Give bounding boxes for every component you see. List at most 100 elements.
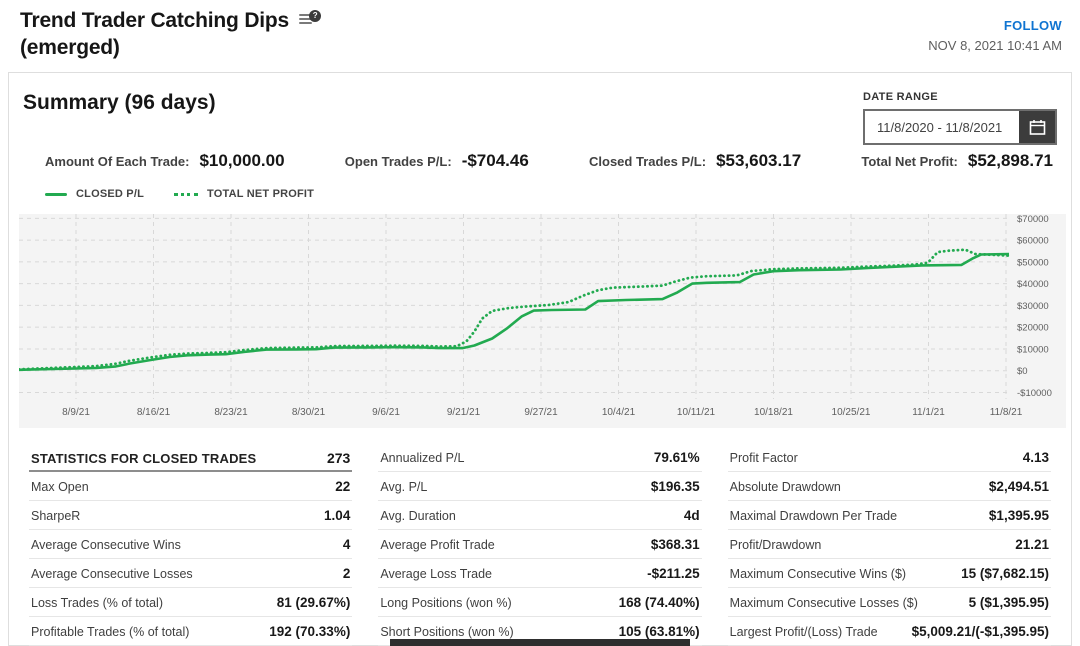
date-range-label: DATE RANGE — [863, 91, 1057, 103]
stat-label: Profit Factor — [730, 451, 798, 465]
stat-value: 4.13 — [1023, 450, 1049, 465]
summary-metrics: Amount Of Each Trade: $10,000.00 Open Tr… — [45, 151, 1053, 171]
metric-value: -$704.46 — [462, 151, 529, 171]
stats-column-3: Profit Factor 4.13 Absolute Drawdown$2,494… — [728, 443, 1051, 646]
table-row: Absolute Drawdown$2,494.51 — [728, 472, 1051, 501]
stat-label: Profitable Trades (% of total) — [31, 625, 189, 639]
title-line1: Trend Trader Catching Dips — [20, 8, 289, 35]
metric-label: Total Net Profit: — [861, 154, 958, 169]
svg-text:-$10000: -$10000 — [1017, 388, 1052, 399]
table-row: SharpeR 1.04 — [29, 501, 352, 530]
svg-text:10/11/21: 10/11/21 — [677, 407, 716, 418]
table-row: Average Consecutive Losses 2 — [29, 559, 352, 588]
follow-button[interactable]: FOLLOW — [1004, 18, 1062, 33]
stat-label: Average Consecutive Losses — [31, 567, 193, 581]
table-row: Max Open22 — [29, 472, 352, 501]
stat-value: $2,494.51 — [989, 479, 1049, 494]
stat-value: 79.61% — [654, 450, 700, 465]
stat-label: SharpeR — [31, 509, 80, 523]
stat-value: -$211.25 — [647, 566, 700, 581]
header-right: FOLLOW NOV 8, 2021 10:41 AM — [928, 8, 1068, 62]
stat-label: Average Consecutive Wins — [31, 538, 181, 552]
metric-value: $53,603.17 — [716, 151, 801, 171]
svg-text:9/21/21: 9/21/21 — [447, 407, 481, 418]
stat-value: $5,009.21/(-$1,395.95) — [912, 624, 1049, 639]
page-title: Trend Trader Catching Dips ? (emerged) — [20, 8, 321, 62]
table-row: Annualized P/L 79.61% — [378, 443, 701, 472]
solid-line-swatch-icon — [45, 193, 67, 196]
bottom-overlay-bar — [390, 639, 690, 646]
table-row: Maximal Drawdown Per Trade $1,395.95 — [728, 501, 1051, 530]
stat-label: Maximum Consecutive Losses ($) — [730, 596, 918, 610]
svg-text:$0: $0 — [1017, 366, 1028, 377]
stat-label: Avg. P/L — [380, 480, 427, 494]
svg-text:10/18/21: 10/18/21 — [754, 407, 793, 418]
stat-value: 168 (74.40%) — [619, 595, 700, 610]
date-range-control: DATE RANGE — [863, 91, 1057, 145]
legend-label: CLOSED P/L — [76, 188, 144, 200]
table-row: Avg. Duration 4d — [378, 501, 701, 530]
svg-text:11/8/21: 11/8/21 — [990, 407, 1023, 418]
stats-column-2: Annualized P/L79.61%Avg. P/L$196.35Avg. … — [378, 443, 701, 646]
stat-value: 2 — [343, 566, 351, 581]
stat-label: Average Loss Trade — [380, 567, 492, 581]
stat-label: Avg. Duration — [380, 509, 456, 523]
stat-value: 1.04 — [324, 508, 350, 523]
stat-value: 4 — [343, 537, 351, 552]
metric-label: Closed Trades P/L: — [589, 154, 706, 169]
metric-open-trades-pl: Open Trades P/L: -$704.46 — [345, 151, 529, 171]
svg-text:$10000: $10000 — [1017, 344, 1049, 355]
stat-value: 5 ($1,395.95) — [969, 595, 1049, 610]
metric-value: $10,000.00 — [199, 151, 284, 171]
table-row: Largest Profit/(Loss) Trade $5,009.21/(-$… — [728, 617, 1051, 646]
stat-label: Annualized P/L — [380, 451, 464, 465]
metric-label: Amount Of Each Trade: — [45, 154, 189, 169]
table-row: Average Consecutive Wins 4 — [29, 530, 352, 559]
stat-value: 105 (63.81%) — [619, 624, 700, 639]
metric-amount-per-trade: Amount Of Each Trade: $10,000.00 — [45, 151, 285, 171]
stat-value: $196.35 — [651, 479, 700, 494]
table-row: Average Profit Trade$368.31 — [378, 530, 701, 559]
stat-label: Long Positions (won %) — [380, 596, 511, 610]
equity-chart: $70000$60000$50000$40000$30000$20000$100… — [19, 214, 1066, 433]
table-row: Profit/Drawdown21.21 — [728, 530, 1051, 559]
stat-label: Average Profit Trade — [380, 538, 494, 552]
svg-text:9/6/21: 9/6/21 — [372, 407, 400, 418]
stat-value: 15 ($7,682.15) — [961, 566, 1049, 581]
equity-chart-svg: $70000$60000$50000$40000$30000$20000$100… — [19, 214, 1066, 428]
svg-text:$60000: $60000 — [1017, 236, 1049, 247]
strategy-header: Trend Trader Catching Dips ? (emerged) F… — [0, 0, 1080, 62]
table-row: Long Positions (won %) 168 (74.40%) — [378, 588, 701, 617]
svg-text:8/9/21: 8/9/21 — [62, 407, 90, 418]
svg-text:$30000: $30000 — [1017, 301, 1049, 312]
stat-value: $1,395.95 — [989, 508, 1049, 523]
calendar-icon — [1029, 119, 1046, 136]
svg-text:10/25/21: 10/25/21 — [832, 407, 871, 418]
stat-label: Maximal Drawdown Per Trade — [730, 509, 897, 523]
table-row: Avg. P/L $196.35 — [378, 472, 701, 501]
statistics-table: STATISTICS FOR CLOSED TRADES273Max Open2… — [29, 443, 1051, 646]
svg-text:$40000: $40000 — [1017, 279, 1049, 290]
stat-label: Profit/Drawdown — [730, 538, 822, 552]
stat-label: STATISTICS FOR CLOSED TRADES — [31, 451, 256, 466]
strategy-info-icon[interactable]: ? — [299, 12, 321, 30]
calendar-button[interactable] — [1019, 111, 1055, 143]
dotted-line-swatch-icon — [174, 193, 198, 196]
stats-column-1: STATISTICS FOR CLOSED TRADES273Max Open2… — [29, 443, 352, 646]
stat-label: Short Positions (won %) — [380, 625, 513, 639]
stat-label: Largest Profit/(Loss) Trade — [730, 625, 878, 639]
metric-total-net-profit: Total Net Profit: $52,898.71 — [861, 151, 1053, 171]
svg-text:9/27/21: 9/27/21 — [524, 407, 558, 418]
table-row: STATISTICS FOR CLOSED TRADES273 — [29, 443, 352, 472]
metric-value: $52,898.71 — [968, 151, 1053, 171]
date-range-input[interactable] — [865, 111, 1019, 143]
legend-item-total-net-profit: TOTAL NET PROFIT — [174, 188, 314, 200]
stat-value: 4d — [684, 508, 700, 523]
legend-label: TOTAL NET PROFIT — [207, 188, 314, 200]
timestamp: NOV 8, 2021 10:41 AM — [928, 38, 1062, 53]
table-row: Profit Factor 4.13 — [728, 443, 1051, 472]
svg-text:10/4/21: 10/4/21 — [602, 407, 636, 418]
stat-value: 81 (29.67%) — [277, 595, 351, 610]
question-badge-icon: ? — [309, 10, 321, 22]
summary-panel: Summary (96 days) DATE RANGE Amount Of E… — [8, 72, 1072, 646]
